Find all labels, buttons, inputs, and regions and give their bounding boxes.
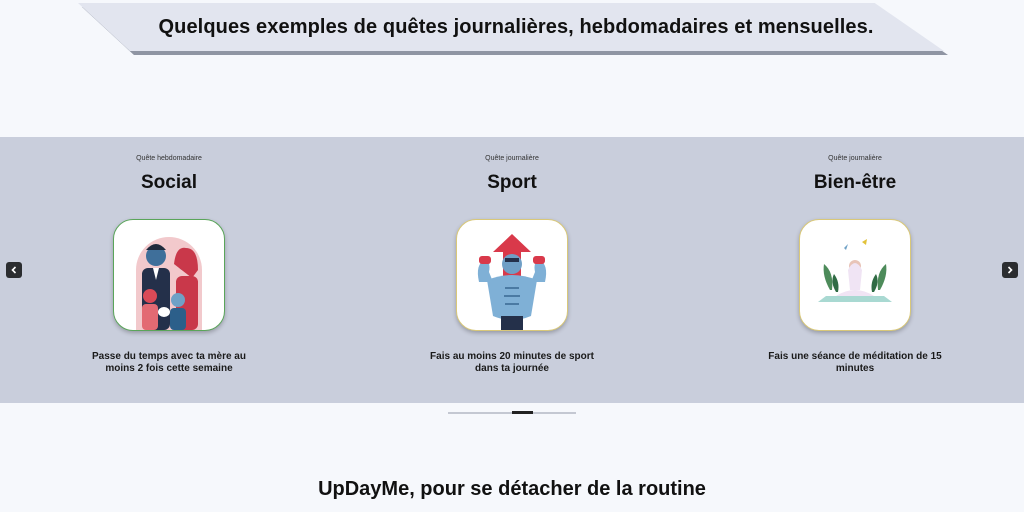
- quest-type: Quête journalière: [485, 155, 539, 162]
- quest-type: Quête journalière: [828, 155, 882, 162]
- quest-card-bien-etre[interactable]: Quête journalière Bien-être Fais une séa…: [725, 137, 985, 403]
- meditation-illustration-icon: [799, 219, 911, 331]
- quest-type: Quête hebdomadaire: [136, 155, 202, 162]
- quest-description: Passe du temps avec ta mère au moins 2 f…: [92, 351, 246, 374]
- quest-title: Bien-être: [813, 172, 897, 193]
- section-banner: Quelques exemples de quêtes journalières…: [78, 3, 948, 55]
- quest-card-sport[interactable]: Quête journalière Sport Fais au moins 20…: [382, 137, 642, 403]
- quest-description: Fais une séance de méditation de 15 minu…: [768, 351, 942, 374]
- quest-carousel: Quête hebdomadaire Social Passe du temps…: [0, 137, 1024, 403]
- quest-title: Social: [141, 172, 197, 193]
- quest-description: Fais au moins 20 minutes de sport dans t…: [430, 351, 594, 374]
- muscle-man-illustration-icon: [456, 219, 568, 331]
- chevron-right-icon: [1007, 266, 1013, 274]
- section-title: UpDayMe, pour se détacher de la routine: [318, 478, 706, 500]
- banner-title: Quelques exemples de quêtes journalières…: [158, 15, 874, 38]
- banner-ribbon: Quelques exemples de quêtes journalières…: [78, 3, 944, 51]
- quest-card-social[interactable]: Quête hebdomadaire Social Passe du temps…: [39, 137, 299, 403]
- carousel-prev-button[interactable]: [6, 262, 22, 278]
- carousel-pager-active[interactable]: [512, 411, 533, 414]
- quest-title: Sport: [487, 172, 537, 193]
- family-illustration-icon: [113, 219, 225, 331]
- carousel-next-button[interactable]: [1002, 262, 1018, 278]
- chevron-left-icon: [11, 266, 17, 274]
